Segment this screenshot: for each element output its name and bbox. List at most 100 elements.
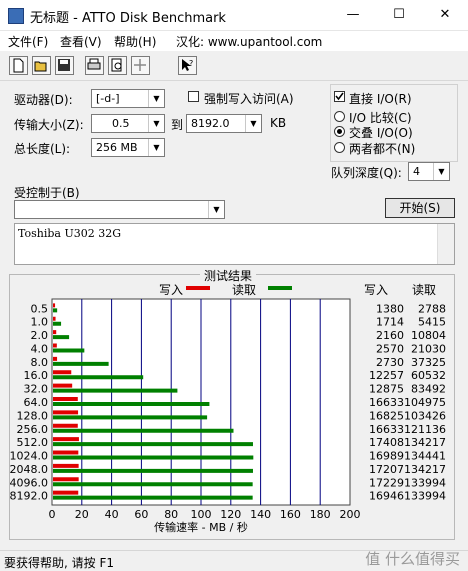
transfer-unit: KB	[270, 116, 287, 130]
write-value: 12257	[369, 369, 404, 382]
y-tick-label: 4.0	[31, 342, 49, 355]
write-value: 2160	[376, 329, 404, 342]
x-tick-label: 160	[280, 508, 301, 521]
read-bar	[53, 455, 254, 460]
transfer-to-select[interactable]: 8192.0 ▼	[186, 114, 262, 133]
write-bar	[53, 383, 73, 388]
neither-radio[interactable]	[334, 142, 345, 153]
description-text: Toshiba U302 32G	[18, 227, 121, 240]
write-value: 16633	[369, 423, 404, 436]
y-tick-label: 8.0	[31, 356, 49, 369]
read-bar	[53, 482, 253, 487]
read-bar	[53, 428, 234, 433]
read-value: 103426	[404, 409, 446, 422]
write-bar	[53, 343, 57, 348]
write-bar	[53, 397, 78, 401]
read-value: 104975	[404, 396, 446, 409]
direct-io-checkbox[interactable]	[334, 91, 345, 102]
minimize-button[interactable]: —	[330, 0, 376, 30]
read-bar	[53, 321, 62, 326]
force-write-checkbox[interactable]	[188, 91, 199, 102]
move-icon[interactable]	[131, 56, 150, 75]
transfer-to-label: 到	[171, 118, 184, 132]
write-bar	[53, 330, 57, 335]
print-icon[interactable]	[85, 56, 104, 75]
menu-view[interactable]: 查看(V)	[60, 33, 102, 50]
write-value: 17229	[369, 476, 404, 489]
open-icon[interactable]	[32, 56, 51, 75]
write-bar	[53, 423, 78, 428]
help-pointer-icon[interactable]: ?	[178, 56, 197, 75]
y-tick-label: 16.0	[24, 369, 49, 382]
y-tick-label: 2048.0	[10, 463, 49, 476]
x-tick-label: 60	[134, 508, 148, 521]
queue-depth-label: 队列深度(Q):	[331, 166, 402, 180]
read-value: 133994	[404, 476, 446, 489]
read-bar	[53, 348, 85, 353]
read-value: 10804	[411, 329, 446, 342]
read-bar	[53, 468, 253, 473]
description-field[interactable]: Toshiba U302 32G	[14, 223, 455, 265]
force-write-label: 强制写入访问(A)	[204, 92, 294, 106]
write-bar	[53, 303, 56, 308]
overlapped-io-label: 交叠 I/O(O)	[349, 126, 413, 140]
total-length-select[interactable]: 256 MB ▼	[91, 138, 165, 157]
direct-io-label: 直接 I/O(R)	[349, 92, 412, 106]
status-bar: 要获得帮助, 请按 F1 值 什么值得买	[0, 550, 468, 571]
y-tick-label: 512.0	[17, 436, 49, 449]
drive-label: 驱动器(D):	[14, 93, 73, 107]
menu-help[interactable]: 帮助(H)	[114, 33, 156, 50]
transfer-from-select[interactable]: 0.5 ▼	[91, 114, 165, 133]
read-bar	[53, 442, 253, 447]
read-bar	[53, 495, 253, 500]
y-tick-label: 64.0	[24, 396, 49, 409]
preview-icon[interactable]	[108, 56, 127, 75]
y-tick-label: 128.0	[17, 409, 49, 422]
chevron-down-icon: ▼	[148, 115, 164, 132]
x-tick-label: 120	[220, 508, 241, 521]
write-value: 16946	[369, 490, 404, 503]
watermark: 值 什么值得买	[365, 550, 460, 568]
y-tick-label: 0.5	[31, 302, 49, 315]
write-value: 17408	[369, 436, 404, 449]
read-bar	[53, 308, 58, 313]
chevron-down-icon: ▼	[245, 115, 261, 132]
x-tick-label: 40	[105, 508, 119, 521]
write-value: 12875	[369, 383, 404, 396]
write-bar	[53, 490, 79, 495]
write-bar	[53, 316, 56, 321]
write-value: 1380	[376, 302, 404, 315]
read-value: 21030	[411, 342, 446, 355]
total-length-label: 总长度(L):	[14, 142, 71, 156]
maximize-button[interactable]: ☐	[376, 0, 422, 30]
write-legend-text: 写入	[159, 283, 183, 297]
x-tick-label: 180	[310, 508, 331, 521]
read-legend-text: 读取	[232, 283, 256, 297]
y-tick-label: 256.0	[17, 423, 49, 436]
read-bar	[53, 415, 208, 420]
x-tick-label: 100	[191, 508, 212, 521]
read-column-header: 读取	[412, 283, 436, 297]
read-legend-swatch	[268, 286, 292, 290]
write-value: 17207	[369, 463, 404, 476]
queue-depth-select[interactable]: 4 ▼	[408, 162, 450, 181]
y-tick-label: 32.0	[24, 383, 49, 396]
write-value: 16989	[369, 450, 404, 463]
menu-file[interactable]: 文件(F)	[8, 33, 48, 50]
x-tick-label: 140	[250, 508, 271, 521]
save-icon[interactable]	[55, 56, 74, 75]
x-tick-label: 20	[75, 508, 89, 521]
x-tick-label: 200	[340, 508, 361, 521]
drive-value: [-d-]	[96, 92, 120, 105]
drive-select[interactable]: [-d-] ▼	[91, 89, 165, 108]
controlled-by-select[interactable]: ▼	[14, 200, 225, 219]
write-bar	[53, 356, 58, 361]
start-button[interactable]: 开始(S)	[385, 198, 455, 218]
overlapped-io-radio[interactable]	[334, 126, 345, 137]
close-button[interactable]: ✕	[422, 0, 468, 30]
description-scrollbar[interactable]	[437, 224, 454, 264]
new-icon[interactable]	[9, 56, 28, 75]
io-compare-radio[interactable]	[334, 111, 345, 122]
write-bar	[53, 477, 79, 482]
write-value: 1714	[376, 316, 404, 329]
